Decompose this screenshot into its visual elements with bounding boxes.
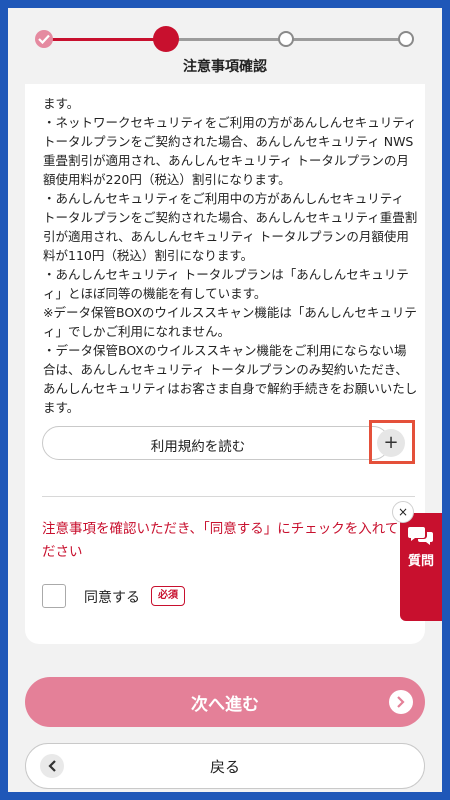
read-terms-label: 利用規約を読む xyxy=(150,439,246,455)
question-tab[interactable]: 質問 xyxy=(400,513,442,621)
page-title: 注意事項確認 xyxy=(183,59,267,75)
agree-label[interactable]: 同意する xyxy=(84,587,140,607)
chevron-right-icon xyxy=(389,690,413,714)
app-frame: 注意事項確認 ます。 ・ネットワークセキュリティをご利用の方があんしんセキュリテ… xyxy=(8,8,442,792)
agreement-warning: 注意事項を確認いただき、「同意する」にチェックを入れてください xyxy=(42,521,412,560)
notes-card: ます。 ・ネットワークセキュリティをご利用の方があんしんセキュリティ トータルプ… xyxy=(25,84,425,644)
notes-line: ・データ保管BOXのウイルススキャン機能をご利用にならない場合は、あんしんセキュ… xyxy=(43,343,418,415)
notes-line: ・あんしんセキュリティをご利用中の方があんしんセキュリティ トータルプランをご契… xyxy=(43,191,418,263)
next-label: 次へ進む xyxy=(191,695,259,715)
back-label: 戻る xyxy=(209,758,240,776)
plus-icon[interactable]: + xyxy=(377,429,405,457)
step-3-pending xyxy=(278,31,294,47)
question-label: 質問 xyxy=(407,554,434,569)
step-4-pending xyxy=(398,31,414,47)
divider xyxy=(42,496,415,497)
back-button[interactable]: 戻る xyxy=(25,743,425,789)
notes-line: ・あんしんセキュリティ トータルプランは「あんしんセキュリティ」とほぼ同等の機能… xyxy=(43,267,409,301)
next-button[interactable]: 次へ進む xyxy=(25,677,425,727)
step-1-done-check-icon xyxy=(35,30,53,48)
notes-line: ます。 xyxy=(43,96,80,111)
agree-checkbox[interactable] xyxy=(42,584,66,608)
read-terms-button[interactable]: 利用規約を読む xyxy=(42,426,390,460)
notes-line: ・ネットワークセキュリティをご利用の方があんしんセキュリティ トータルプランをご… xyxy=(43,115,417,187)
required-badge: 必須 xyxy=(151,586,185,606)
notes-text: ます。 ・ネットワークセキュリティをご利用の方があんしんセキュリティ トータルプ… xyxy=(43,94,418,417)
notes-line: ※データ保管BOXのウイルススキャン機能は「あんしんセキュリティ」でしかご利用に… xyxy=(43,305,417,339)
progress-stepper: 注意事項確認 xyxy=(8,8,442,88)
close-icon[interactable]: × xyxy=(392,501,414,523)
step-2-current xyxy=(153,26,179,52)
stepper-line-completed xyxy=(44,38,166,41)
chat-bubbles-icon xyxy=(408,527,433,545)
